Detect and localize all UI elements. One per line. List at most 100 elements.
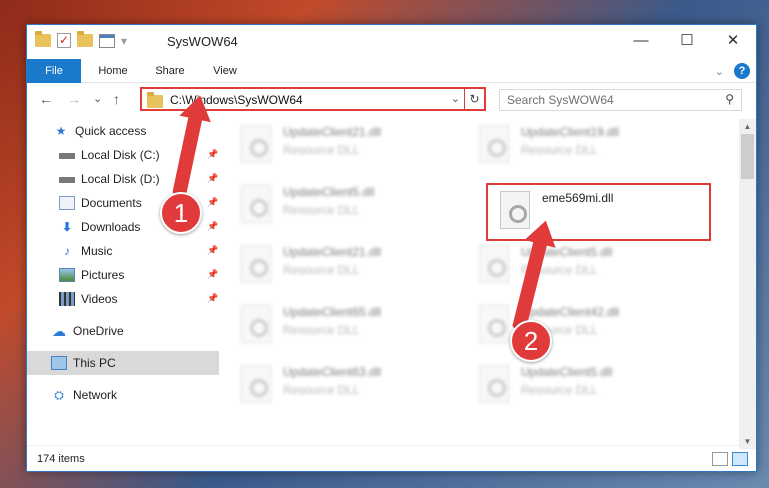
ribbon-controls: ⌄ ? — [715, 63, 750, 79]
sidebar-item-label: Quick access — [75, 124, 147, 138]
list-item[interactable]: UpdateClient21.dll Resource DLL — [227, 241, 457, 289]
file-type: Resource DLL — [283, 203, 360, 217]
explorer-window: ✓ ▾ SysWOW64 — ☐ ✕ File Home Share View … — [26, 24, 757, 472]
scroll-up-icon[interactable]: ▲ — [739, 122, 756, 131]
list-item[interactable]: UpdateClient5.dll Resource DLL — [227, 181, 457, 229]
dll-file-icon — [479, 365, 509, 403]
list-item[interactable]: UpdateClient5.dll Resource DLL — [465, 361, 695, 409]
pin-icon[interactable]: 📌 — [207, 221, 218, 232]
step-badge-2: 2 — [510, 320, 552, 362]
search-placeholder: Search SysWOW64 — [507, 93, 614, 107]
file-name: UpdateClient42.dll — [521, 305, 620, 319]
file-name: eme569mi.dll — [542, 191, 614, 205]
address-dropdown-icon[interactable]: ⌄ — [451, 92, 460, 105]
file-name: UpdateClient63.dll — [283, 365, 382, 379]
vertical-scrollbar[interactable]: ▲ ▼ — [739, 119, 756, 449]
caption-buttons: — ☐ ✕ — [618, 25, 756, 57]
view-toggles — [712, 452, 748, 466]
scrollbar-thumb[interactable] — [741, 134, 754, 179]
file-name: UpdateClient21.dll — [283, 245, 382, 259]
videos-icon — [59, 292, 75, 306]
refresh-button[interactable]: ↻ — [464, 89, 484, 109]
sidebar-item-label: Pictures — [81, 268, 125, 282]
dll-file-icon — [241, 185, 271, 223]
pin-icon[interactable]: 📌 — [207, 293, 218, 304]
tab-share[interactable]: Share — [143, 59, 197, 83]
navigation-bar: ← → ⌄ ↑ C:\Windows\SysWOW64 ⌄ ↻ Search S… — [27, 85, 756, 115]
sidebar-item-pictures[interactable]: Pictures 📌 — [27, 263, 219, 287]
download-icon: ⬇ — [61, 220, 73, 234]
list-item[interactable]: eme569mi.dll — [486, 187, 716, 235]
pin-icon[interactable]: 📌 — [207, 173, 218, 184]
folder-icon[interactable] — [35, 31, 51, 47]
highlighted-file[interactable]: eme569mi.dll — [486, 183, 711, 241]
title-bar: ✓ ▾ SysWOW64 — ☐ ✕ — [27, 25, 756, 59]
file-name: UpdateClient5.dll — [521, 365, 613, 379]
sidebar-item-this-pc[interactable]: This PC — [27, 351, 219, 375]
customize-icon[interactable] — [99, 33, 115, 48]
list-item[interactable]: UpdateClient65.dll Resource DLL — [227, 301, 457, 349]
sidebar-item-label: This PC — [73, 356, 116, 370]
pin-icon[interactable]: 📌 — [207, 269, 218, 280]
qat-dropdown-icon[interactable]: ▾ — [121, 34, 127, 48]
sidebar-item-onedrive[interactable]: ☁ OneDrive — [27, 319, 219, 343]
sidebar-item-videos[interactable]: Videos 📌 — [27, 287, 219, 311]
details-view-icon[interactable] — [712, 452, 728, 466]
search-icon[interactable]: ⚲ — [725, 92, 734, 106]
back-button[interactable]: ← — [39, 91, 53, 107]
pictures-icon — [59, 268, 75, 282]
sidebar-item-music[interactable]: ♪ Music 📌 — [27, 239, 219, 263]
pin-icon[interactable]: 📌 — [207, 149, 218, 160]
recent-locations-button[interactable]: ⌄ — [93, 92, 102, 105]
sidebar-item-network[interactable]: ⛭ Network — [27, 383, 219, 407]
quick-access-toolbar: ✓ ▾ — [35, 31, 127, 48]
list-item[interactable]: UpdateClient5.dll Resource DLL — [465, 241, 695, 289]
dll-file-icon — [241, 245, 271, 283]
list-item[interactable]: UpdateClient42.dll Resource DLL — [465, 301, 695, 349]
file-type: Resource DLL — [283, 263, 360, 277]
file-type: Resource DLL — [283, 143, 360, 157]
drive-icon — [59, 148, 75, 162]
sidebar-item-label: Music — [81, 244, 113, 258]
list-item[interactable]: UpdateClient19.dll Resource DLL — [465, 121, 695, 169]
documents-icon — [59, 196, 75, 210]
status-bar: 174 items — [27, 445, 756, 471]
file-type: Resource DLL — [283, 323, 360, 337]
maximize-button[interactable]: ☐ — [664, 25, 710, 57]
properties-icon[interactable]: ✓ — [57, 33, 71, 48]
forward-button[interactable]: → — [67, 91, 81, 107]
file-name: UpdateClient19.dll — [521, 125, 620, 139]
dll-file-icon — [479, 125, 509, 163]
tab-home[interactable]: Home — [85, 59, 141, 83]
list-item[interactable]: UpdateClient63.dll Resource DLL — [227, 361, 457, 409]
cloud-icon: ☁ — [52, 323, 66, 339]
dll-file-icon — [241, 305, 271, 343]
expand-ribbon-icon[interactable]: ⌄ — [715, 65, 724, 78]
dll-file-icon — [241, 365, 271, 403]
window-title: SysWOW64 — [167, 34, 238, 49]
file-type: Resource DLL — [521, 383, 598, 397]
file-list: UpdateClient21.dll Resource DLL UpdateCl… — [227, 119, 737, 441]
drive-icon — [59, 172, 75, 186]
dll-file-icon — [479, 305, 509, 343]
help-icon[interactable]: ? — [734, 63, 750, 79]
list-item[interactable]: UpdateClient21.dll Resource DLL — [227, 121, 457, 169]
dll-file-icon — [479, 245, 509, 283]
sidebar-item-label: Local Disk (C:) — [81, 148, 160, 162]
search-box[interactable]: Search SysWOW64 ⚲ — [499, 89, 742, 111]
sidebar-item-label: Downloads — [81, 220, 141, 234]
step-badge-1: 1 — [160, 192, 202, 234]
minimize-button[interactable]: — — [618, 25, 664, 57]
tab-view[interactable]: View — [199, 59, 251, 83]
up-button[interactable]: ↑ — [113, 91, 120, 107]
sidebar-item-label: Documents — [81, 196, 142, 210]
file-name: UpdateClient21.dll — [283, 125, 382, 139]
file-type: Resource DLL — [521, 143, 598, 157]
tab-file[interactable]: File — [27, 59, 81, 83]
tiles-view-icon[interactable] — [732, 452, 748, 466]
close-button[interactable]: ✕ — [710, 25, 756, 57]
gears-icon — [500, 191, 530, 229]
new-folder-icon[interactable] — [77, 31, 93, 47]
pin-icon[interactable]: 📌 — [207, 197, 218, 208]
pin-icon[interactable]: 📌 — [207, 245, 218, 256]
